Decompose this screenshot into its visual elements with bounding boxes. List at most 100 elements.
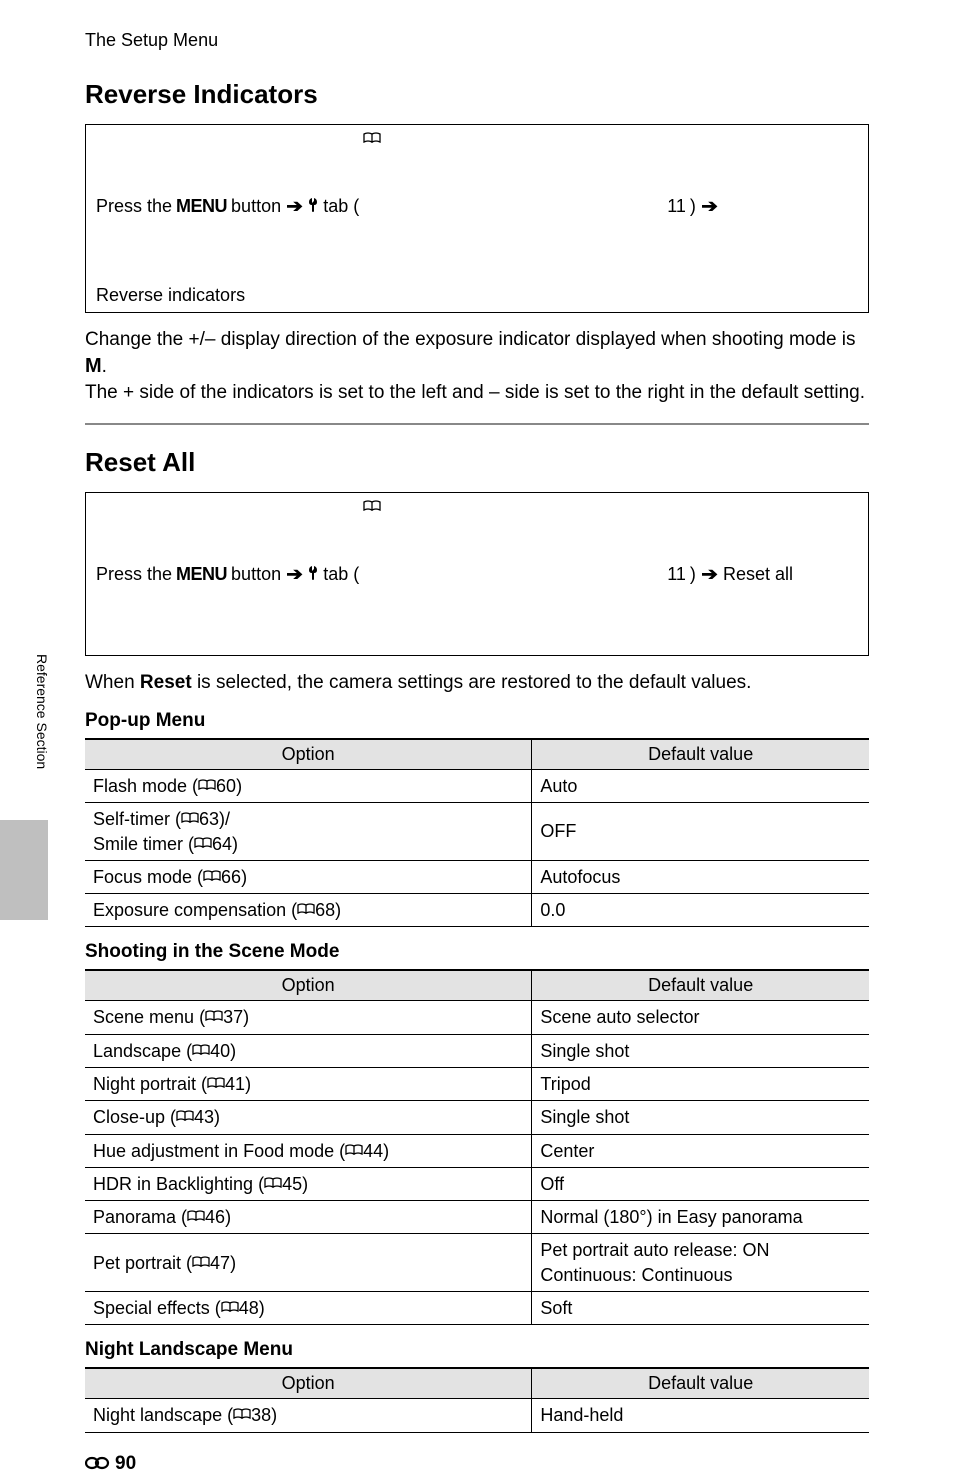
book-icon <box>176 1109 194 1123</box>
nav-text: Press the <box>96 196 172 217</box>
nav-item: Reset all <box>723 564 793 585</box>
body-text-reverse: Change the +/– display direction of the … <box>85 327 869 405</box>
body-text-reset: When Reset is selected, the camera setti… <box>85 670 869 696</box>
table-row: Exposure compensation (68)0.0 <box>85 894 869 927</box>
nav-text: Press the <box>96 564 172 585</box>
body-suffix: is selected, the camera settings are res… <box>197 672 751 693</box>
body-line: Change the +/– display direction of the … <box>85 329 856 350</box>
th-default: Default value <box>532 970 869 1001</box>
th-default: Default value <box>532 739 869 770</box>
book-icon <box>264 1176 282 1190</box>
table-row: Hue adjustment in Food mode (44)Center <box>85 1134 869 1167</box>
cell-option: HDR in Backlighting (45) <box>85 1167 532 1200</box>
cell-option: Scene menu (37) <box>85 1001 532 1034</box>
table-popup: Option Default value Flash mode (60)Auto… <box>85 738 869 927</box>
paren: ) <box>690 564 696 585</box>
th-option: Option <box>85 1368 532 1399</box>
cell-option: Landscape (40) <box>85 1034 532 1067</box>
th-default: Default value <box>532 1368 869 1399</box>
book-icon <box>233 1407 251 1421</box>
side-tab-label: Reference Section <box>34 654 50 769</box>
book-icon <box>192 1043 210 1057</box>
side-tab: Reference Section <box>0 650 48 880</box>
menu-label: MENU <box>176 196 227 217</box>
cell-option: Night landscape (38) <box>85 1399 532 1432</box>
cell-default: Hand-held <box>532 1399 869 1432</box>
table-row: Flash mode (60)Auto <box>85 769 869 802</box>
cell-default: Normal (180°) in Easy panorama <box>532 1201 869 1234</box>
cell-option: Panorama (46) <box>85 1201 532 1234</box>
body-line: The + side of the indicators is set to t… <box>85 382 865 403</box>
book-icon <box>192 1255 210 1269</box>
table-row: Scene menu (37)Scene auto selector <box>85 1001 869 1034</box>
body-prefix: When <box>85 672 140 693</box>
nav-ref: 11 <box>667 196 686 217</box>
book-icon <box>198 778 216 792</box>
cell-option: Close-up (43) <box>85 1101 532 1134</box>
arrow-icon: ➔ <box>286 196 303 217</box>
cell-default: Pet portrait auto release: ONContinuous:… <box>532 1234 869 1292</box>
wrench-icon <box>308 565 319 583</box>
table-row: Panorama (46)Normal (180°) in Easy panor… <box>85 1201 869 1234</box>
nav-path-reverse: Press the MENU button ➔ tab ( 11 ) ➔ Rev… <box>85 124 869 313</box>
body-bold: Reset <box>140 672 192 693</box>
table-row: Self-timer (63)/Smile timer (64)OFF <box>85 803 869 861</box>
table-heading-popup: Pop-up Menu <box>85 710 869 732</box>
arrow-icon: ➔ <box>286 564 303 585</box>
book-icon <box>345 1143 363 1157</box>
table-row: Focus mode (66)Autofocus <box>85 860 869 893</box>
cell-option: Special effects (48) <box>85 1292 532 1325</box>
section-title-reset: Reset All <box>85 447 869 478</box>
book-icon <box>363 499 663 649</box>
book-icon <box>363 131 663 281</box>
table-row: Close-up (43)Single shot <box>85 1101 869 1134</box>
cell-default: Autofocus <box>532 860 869 893</box>
nav-ref: 11 <box>667 564 686 585</box>
table-row: Night portrait (41)Tripod <box>85 1068 869 1101</box>
page-footer: 90 <box>0 1453 954 1475</box>
cell-option: Self-timer (63)/Smile timer (64) <box>85 803 532 861</box>
cell-default: 0.0 <box>532 894 869 927</box>
section-divider <box>85 423 869 425</box>
table-row: Night landscape (38)Hand-held <box>85 1399 869 1432</box>
section-title-reverse: Reverse Indicators <box>85 79 869 110</box>
book-icon <box>181 811 199 825</box>
body-line: . <box>102 356 107 377</box>
cell-default: Single shot <box>532 1034 869 1067</box>
cell-default: Off <box>532 1167 869 1200</box>
cell-default: Tripod <box>532 1068 869 1101</box>
th-option: Option <box>85 970 532 1001</box>
cell-default: Soft <box>532 1292 869 1325</box>
book-icon <box>194 836 212 850</box>
side-tab-gray <box>0 820 48 920</box>
cell-option: Hue adjustment in Food mode (44) <box>85 1134 532 1167</box>
paren: ) <box>690 196 696 217</box>
book-icon <box>187 1209 205 1223</box>
table-row: Pet portrait (47)Pet portrait auto relea… <box>85 1234 869 1292</box>
book-icon <box>221 1300 239 1314</box>
book-icon <box>205 1009 223 1023</box>
table-heading-scene: Shooting in the Scene Mode <box>85 941 869 963</box>
th-option: Option <box>85 739 532 770</box>
table-row: Special effects (48)Soft <box>85 1292 869 1325</box>
table-row: Landscape (40)Single shot <box>85 1034 869 1067</box>
table-night: Option Default value Night landscape (38… <box>85 1367 869 1432</box>
breadcrumb: The Setup Menu <box>85 30 869 51</box>
cell-option: Pet portrait (47) <box>85 1234 532 1292</box>
cell-option: Exposure compensation (68) <box>85 894 532 927</box>
table-heading-night: Night Landscape Menu <box>85 1339 869 1361</box>
nav-text: button <box>231 196 281 217</box>
chain-icon <box>85 1453 113 1475</box>
table-scene: Option Default value Scene menu (37)Scen… <box>85 969 869 1325</box>
nav-text: tab ( <box>323 564 359 585</box>
table-row: HDR in Backlighting (45)Off <box>85 1167 869 1200</box>
wrench-icon <box>308 197 319 215</box>
cell-option: Flash mode (60) <box>85 769 532 802</box>
book-icon <box>207 1076 225 1090</box>
cell-option: Night portrait (41) <box>85 1068 532 1101</box>
nav-path-reset: Press the MENU button ➔ tab ( 11 ) ➔ Res… <box>85 492 869 656</box>
cell-default: Center <box>532 1134 869 1167</box>
cell-default: Scene auto selector <box>532 1001 869 1034</box>
arrow-icon: ➔ <box>701 564 718 585</box>
book-icon <box>297 902 315 916</box>
